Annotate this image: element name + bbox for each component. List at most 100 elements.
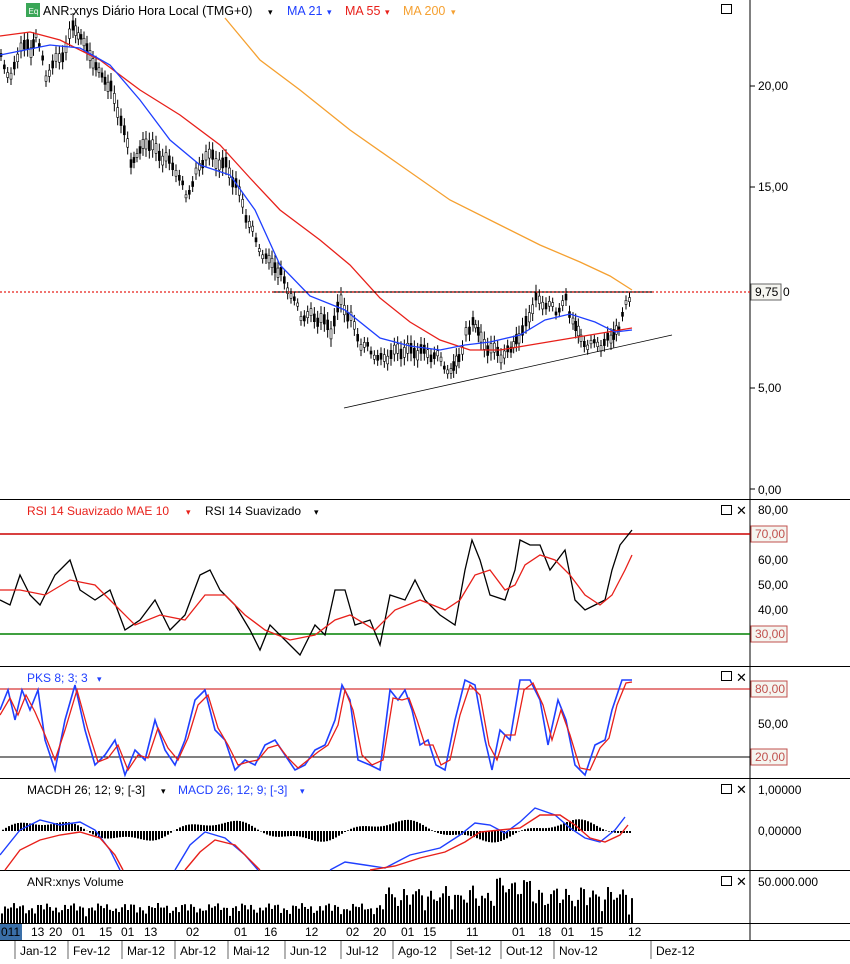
price-candle — [590, 340, 592, 343]
macd-histogram-bar — [593, 824, 595, 831]
x-day-label: 01 — [234, 925, 248, 939]
macd-histogram-bar — [452, 831, 454, 835]
pks-dropdown-icon[interactable]: ▾ — [97, 674, 102, 684]
macd-histogram-bar — [152, 831, 154, 841]
x-day-label: 01 — [561, 925, 575, 939]
macd-histogram-bar — [416, 822, 418, 831]
x-month-label: Ago-12 — [398, 944, 437, 958]
price-candle — [280, 267, 282, 274]
price-candle — [403, 347, 405, 357]
volume-bar — [301, 903, 303, 923]
close-rsi-icon[interactable]: ✕ — [736, 503, 747, 518]
pks-label[interactable]: PKS 8; 3; 3 — [27, 671, 88, 685]
close-pks-icon[interactable]: ✕ — [736, 670, 747, 685]
volume-bar — [466, 903, 468, 923]
rsi-mae-dropdown-icon[interactable]: ▾ — [186, 507, 191, 517]
ma21-label[interactable]: MA 21 — [287, 4, 322, 18]
macd-histogram-bar — [554, 827, 556, 831]
macd-histogram-bar — [488, 831, 490, 842]
volume-bar — [502, 886, 504, 923]
volume-bar — [505, 892, 507, 923]
volume-bar — [94, 910, 96, 923]
macd-dropdown-icon[interactable]: ▾ — [300, 786, 305, 796]
price-candle — [323, 315, 325, 324]
rsi-dropdown-icon[interactable]: ▾ — [314, 507, 319, 517]
price-candle — [145, 139, 147, 149]
volume-bar — [358, 907, 360, 923]
ma200-label[interactable]: MA 200 — [403, 4, 445, 18]
price-candle — [208, 149, 210, 158]
macdh-label[interactable]: MACDH 26; 12; 9; [-3] — [27, 783, 145, 797]
volume-bar — [214, 906, 216, 923]
macd-histogram-bar — [344, 831, 346, 832]
ma55-label[interactable]: MA 55 — [345, 4, 380, 18]
volume-label[interactable]: ANR:xnys Volume — [27, 875, 124, 889]
macd-label[interactable]: MACD 26; 12; 9; [-3] — [178, 783, 287, 797]
symbol-label[interactable]: ANR:xnys Diário Hora Local (TMG+0) — [43, 4, 252, 18]
x-month-label: Set-12 — [456, 944, 492, 958]
price-candle — [48, 70, 50, 76]
rsi-mae-label[interactable]: RSI 14 Suavizado MAE 10 — [27, 504, 169, 518]
price-candle — [148, 141, 150, 151]
volume-bar — [379, 905, 381, 923]
volume-bar — [76, 911, 78, 923]
macd-histogram-bar — [386, 825, 388, 831]
volume-bar — [82, 908, 84, 923]
ma21-dropdown-icon[interactable]: ▾ — [327, 7, 332, 17]
macd-histogram-bar — [617, 831, 619, 833]
price-candle — [127, 139, 129, 147]
macd-histogram-bar — [254, 828, 256, 831]
symbol-dropdown-icon[interactable]: ▾ — [268, 7, 273, 17]
volume-bar — [523, 880, 525, 923]
price-candle — [455, 356, 457, 366]
price-candle — [603, 339, 605, 345]
price-candle — [287, 288, 289, 294]
macd-histogram-bar — [17, 823, 19, 831]
volume-bar — [511, 883, 513, 923]
price-candle — [469, 327, 471, 334]
volume-bar — [271, 909, 273, 923]
macd-histogram-bar — [257, 830, 259, 831]
price-candle — [625, 300, 627, 304]
volume-bar — [415, 891, 417, 923]
volume-bar — [190, 904, 192, 923]
volume-bar — [568, 895, 570, 923]
volume-bar — [622, 890, 624, 923]
volume-bar — [178, 912, 180, 923]
macd-histogram-bar — [194, 824, 196, 831]
price-tick-0: 0,00 — [758, 483, 782, 497]
volume-bar — [13, 903, 15, 923]
ma200-dropdown-icon[interactable]: ▾ — [451, 7, 456, 17]
volume-bar — [493, 906, 495, 923]
volume-bar — [373, 914, 375, 923]
rsi-label[interactable]: RSI 14 Suavizado — [205, 504, 301, 518]
close-volume-icon[interactable]: ✕ — [736, 874, 747, 889]
macd-histogram-bar — [212, 825, 214, 831]
price-candle — [205, 152, 207, 160]
close-macd-icon[interactable]: ✕ — [736, 782, 747, 797]
volume-bar — [70, 906, 72, 923]
macdh-dropdown-icon[interactable]: ▾ — [161, 786, 166, 796]
ma55-dropdown-icon[interactable]: ▾ — [385, 7, 390, 17]
price-candle — [3, 65, 5, 69]
volume-bar — [142, 910, 144, 923]
volume-bar — [598, 897, 600, 923]
price-candle — [327, 320, 329, 330]
x-month-label: Dez-12 — [656, 944, 695, 958]
price-candle — [218, 160, 220, 170]
macd-histogram-bar — [5, 828, 7, 831]
volume-bar — [559, 903, 561, 923]
macd-histogram-bar — [101, 831, 103, 838]
macd-histogram-bar — [284, 831, 286, 837]
volume-bar — [433, 899, 435, 923]
volume-bar — [586, 905, 588, 923]
macd-histogram-bar — [518, 831, 520, 832]
volume-bar — [610, 892, 612, 923]
price-candle — [373, 355, 375, 359]
macd-histogram-bar — [428, 829, 430, 831]
macd-histogram-bar — [404, 820, 406, 831]
macd-histogram-bar — [431, 830, 433, 831]
volume-bar — [280, 913, 282, 923]
pks-tick-80: 80,00 — [755, 682, 785, 696]
volume-bar — [499, 878, 501, 923]
